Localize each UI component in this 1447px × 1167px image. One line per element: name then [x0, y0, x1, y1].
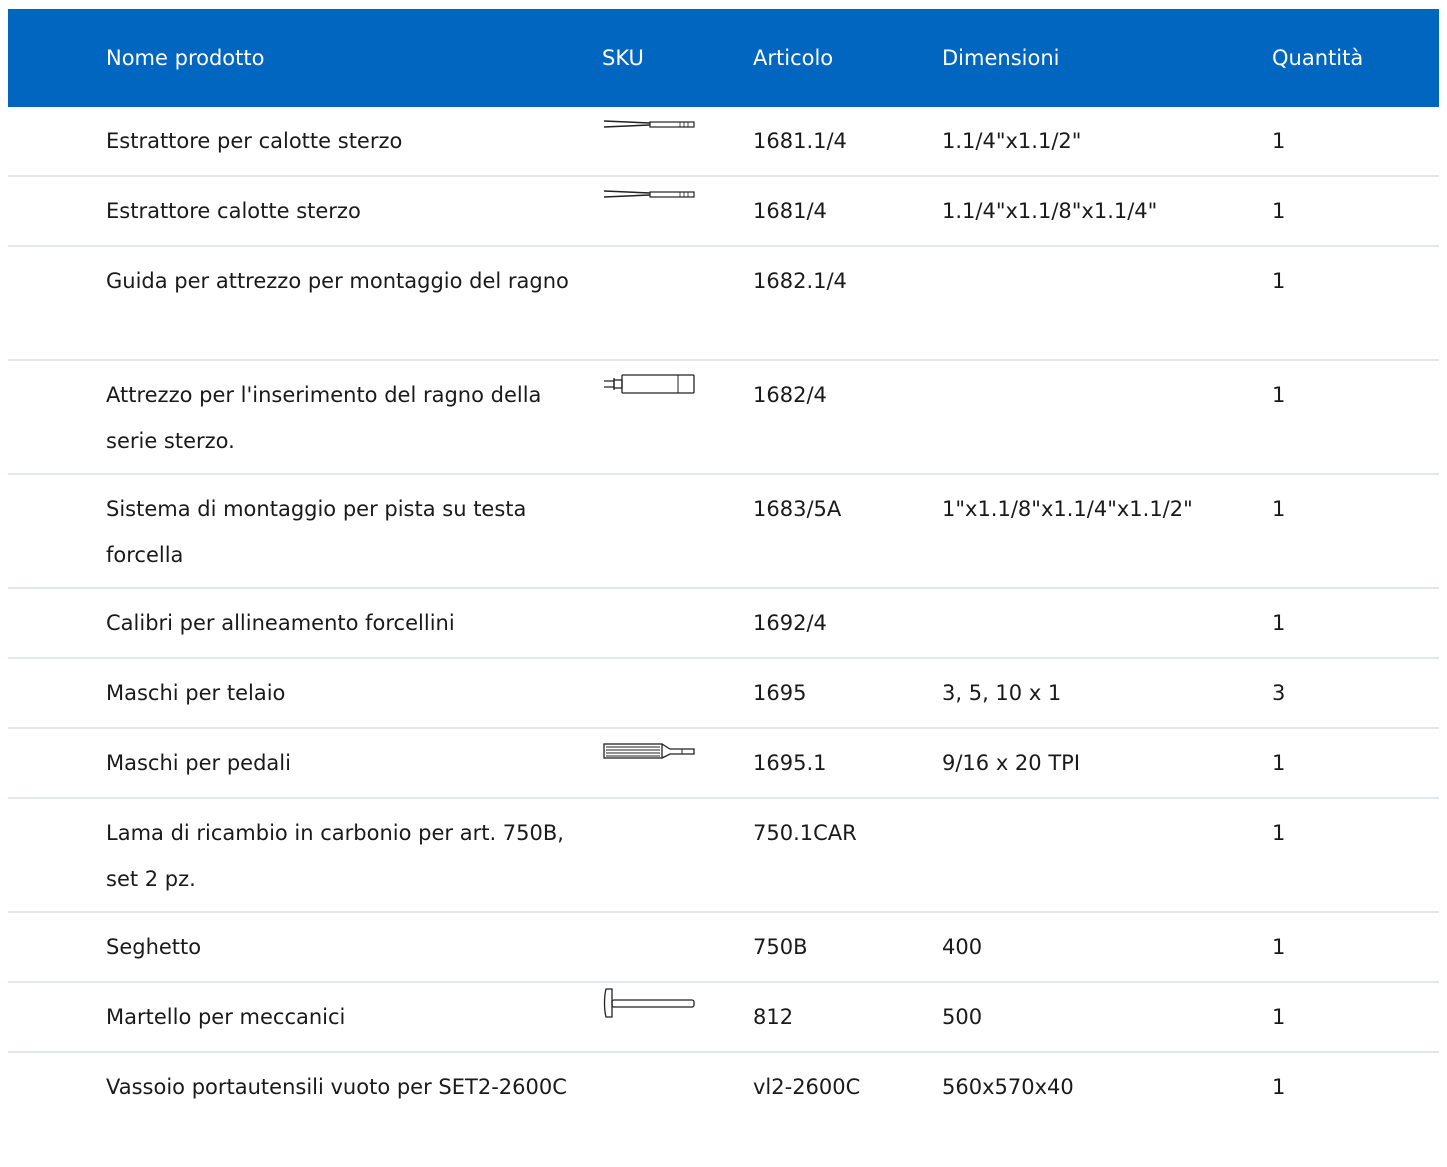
sku-empty: [602, 925, 702, 945]
article-code: 750.1CAR: [753, 821, 857, 845]
dimensions: 1.1/4"x1.1/8"x1.1/4": [942, 199, 1158, 223]
article-code: 1681.1/4: [753, 129, 847, 153]
quantity: 3: [1272, 681, 1286, 705]
dimensions: 1"x1.1/8"x1.1/4"x1.1/2": [942, 497, 1193, 521]
product-name: Martello per meccanici: [106, 1005, 346, 1029]
article-code: 1682/4: [753, 383, 827, 407]
quantity: 1: [1272, 821, 1286, 845]
product-name: Sistema di montaggio per pista su testa …: [106, 497, 527, 567]
article-code: 1692/4: [753, 611, 827, 635]
product-table: Nome prodotto SKU Articolo Dimensioni Qu…: [8, 9, 1439, 1167]
table-row: Seghetto 750B 400 1: [8, 913, 1439, 983]
product-name: Attrezzo per l'inserimento del ragno del…: [106, 383, 542, 453]
quantity: 1: [1272, 129, 1286, 153]
sku-empty: [602, 487, 702, 507]
dimensions: 500: [942, 1005, 983, 1029]
quantity: 1: [1272, 1075, 1286, 1099]
dimensions: 9/16 x 20 TPI: [942, 751, 1081, 775]
article-code: 750B: [753, 935, 808, 959]
table-row: Attrezzo per l'inserimento del ragno del…: [8, 361, 1439, 475]
quantity: 1: [1272, 199, 1286, 223]
article-code: 1695: [753, 681, 807, 705]
article-code: 1683/5A: [753, 497, 842, 521]
headset-cup-remover-icon: [602, 189, 702, 209]
product-name: Calibri per allineamento forcellini: [106, 611, 455, 635]
quantity: 1: [1272, 269, 1286, 293]
headset-cup-remover-icon: [602, 119, 702, 139]
article-code: 1681/4: [753, 199, 827, 223]
product-name: Estrattore calotte sterzo: [106, 199, 361, 223]
product-name: Maschi per pedali: [106, 751, 291, 775]
quantity: 1: [1272, 935, 1286, 959]
quantity: 1: [1272, 611, 1286, 635]
quantity: 1: [1272, 751, 1286, 775]
header-dimensions[interactable]: Dimensioni: [942, 9, 1272, 107]
product-name: Vassoio portautensili vuoto per SET2-260…: [106, 1075, 567, 1099]
dimensions: 3, 5, 10 x 1: [942, 681, 1062, 705]
product-name: Estrattore per calotte sterzo: [106, 129, 403, 153]
table-row: Martello per meccanici 812 500 1: [8, 983, 1439, 1053]
table-row: Guida per attrezzo per montaggio del rag…: [8, 247, 1439, 361]
sku-empty: [602, 671, 702, 691]
table-row: Estrattore per calotte sterzo 1681.1/4 1…: [8, 107, 1439, 177]
article-code: 1695.1: [753, 751, 827, 775]
quantity: 1: [1272, 383, 1286, 407]
sku-empty: [602, 811, 702, 831]
quantity: 1: [1272, 497, 1286, 521]
product-name: Seghetto: [106, 935, 202, 959]
article-code: 1682.1/4: [753, 269, 847, 293]
sku-empty: [602, 601, 702, 621]
dimensions: 400: [942, 935, 983, 959]
table-row: Calibri per allineamento forcellini 1692…: [8, 589, 1439, 659]
dimensions: 1.1/4"x1.1/2": [942, 129, 1082, 153]
table-row: Maschi per telaio 1695 3, 5, 10 x 1 3: [8, 659, 1439, 729]
article-code: vl2-2600C: [753, 1075, 861, 1099]
table-row: Lama di ricambio in carbonio per art. 75…: [8, 799, 1439, 913]
sku-empty: [602, 259, 702, 279]
product-name: Guida per attrezzo per montaggio del rag…: [106, 269, 569, 293]
article-code: 812: [753, 1005, 794, 1029]
table-row: Maschi per pedali 1695.1 9/16 x 20 TPI 1: [8, 729, 1439, 799]
table-row: Estrattore calotte sterzo 1681/4 1.1/4"x…: [8, 177, 1439, 247]
header-sku[interactable]: SKU: [602, 9, 702, 107]
table-header: Nome prodotto SKU Articolo Dimensioni Qu…: [8, 9, 1439, 107]
sku-empty: [602, 1065, 702, 1085]
hammer-icon: [602, 988, 702, 1018]
header-name[interactable]: Nome prodotto: [106, 9, 576, 107]
quantity: 1: [1272, 1005, 1286, 1029]
table-row: Vassoio portautensili vuoto per SET2-260…: [8, 1053, 1439, 1167]
product-name: Lama di ricambio in carbonio per art. 75…: [106, 821, 564, 891]
thread-tap-icon: [602, 741, 702, 761]
star-nut-setter-icon: [602, 373, 702, 394]
dimensions: 560x570x40: [942, 1075, 1074, 1099]
product-name: Maschi per telaio: [106, 681, 286, 705]
header-article[interactable]: Articolo: [753, 9, 923, 107]
header-quantity[interactable]: Quantità: [1272, 9, 1422, 107]
table-row: Sistema di montaggio per pista su testa …: [8, 475, 1439, 589]
